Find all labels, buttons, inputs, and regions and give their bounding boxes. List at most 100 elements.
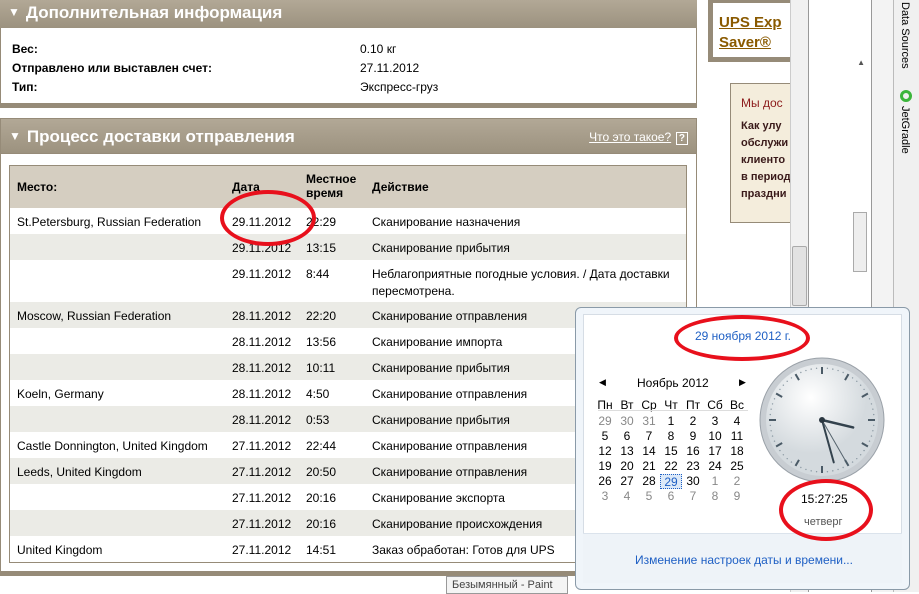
date-cell: 28.11.2012	[232, 387, 292, 401]
calendar-day[interactable]: 12	[594, 444, 616, 458]
table-row: 29.11.2012 8:44 Неблагоприятные погодные у…	[10, 260, 686, 302]
month-title[interactable]: Ноябрь 2012	[637, 376, 709, 390]
calendar-day[interactable]: 16	[682, 444, 704, 458]
col-place: Место:	[17, 180, 58, 194]
red-annotation-ellipse	[674, 315, 810, 361]
calendar-day[interactable]: 29	[594, 414, 616, 428]
col-time: Местное время	[306, 172, 357, 200]
action-cell: Неблагоприятные погодные условия. / Дата…	[372, 267, 670, 298]
time-cell: 13:56	[306, 335, 337, 349]
collapse-triangle-icon: ▼	[8, 5, 20, 19]
promo-box: UPS ExpUPS ExpSaver®	[708, 0, 790, 62]
date-cell: 27.11.2012	[232, 439, 292, 453]
place-cell: Castle Donnington, United Kingdom	[17, 439, 208, 453]
calendar-day[interactable]: 30	[682, 474, 704, 488]
calendar-day[interactable]: 14	[638, 444, 660, 458]
calendar-day[interactable]: 28	[638, 474, 660, 488]
calendar-day[interactable]: 22	[660, 459, 682, 473]
time-cell: 20:50	[306, 465, 337, 479]
date-cell: 28.11.2012	[232, 361, 292, 375]
next-month-arrow[interactable]: ▶	[739, 377, 746, 388]
notice-line: клиенто	[741, 154, 786, 166]
help-icon[interactable]: ?	[675, 132, 688, 145]
calendar-day[interactable]: 5	[594, 429, 616, 443]
notice-box: Мы дос Как улу обслужи клиенто в период праз…	[730, 83, 790, 223]
calendar-day[interactable]: 7	[638, 429, 660, 443]
calendar-day[interactable]: 8	[660, 429, 682, 443]
calendar-day[interactable]: 24	[704, 459, 726, 473]
col-action: Действие	[372, 180, 429, 194]
date-cell: 28.11.2012	[232, 309, 292, 323]
jetgradle-icon	[900, 90, 912, 102]
data-sources-tab[interactable]: Data Sources	[899, 2, 911, 69]
section-title: Процесс доставки отправления	[26, 127, 295, 146]
time-cell: 0:53	[306, 413, 330, 427]
calendar-day[interactable]: 11	[726, 429, 748, 443]
change-datetime-settings-link[interactable]: Изменение настроек даты и времени...	[635, 553, 853, 567]
table-row: 29.11.2012 13:15 Сканирование прибытия	[10, 234, 686, 260]
calendar-day[interactable]: 26	[594, 474, 616, 488]
calendar-day[interactable]: 21	[638, 459, 660, 473]
calendar-day[interactable]: 3	[704, 414, 726, 428]
calendar-day[interactable]: 15	[660, 444, 682, 458]
calendar-day[interactable]: 27	[616, 474, 638, 488]
calendar-day[interactable]: 30	[616, 414, 638, 428]
type-value: Экспресс-груз	[360, 80, 439, 94]
taskbar-paint-button[interactable]: Безымянный - Paint	[446, 576, 568, 594]
shipped-value: 27.11.2012	[360, 61, 420, 75]
calendar-day[interactable]: 2	[726, 474, 748, 488]
calendar-day[interactable]: 10	[704, 429, 726, 443]
calendar-day[interactable]: 9	[682, 429, 704, 443]
scroll-thumb[interactable]	[853, 212, 867, 272]
notice-line: праздни	[741, 188, 787, 200]
scroll-up-arrow[interactable]: ▲	[857, 58, 865, 67]
notice-title: Мы дос	[741, 96, 783, 110]
what-is-this-link[interactable]: Что это такое?	[589, 130, 671, 144]
selected-day[interactable]: 29	[660, 474, 682, 489]
calendar-day[interactable]: 8	[704, 489, 726, 503]
calendar-day[interactable]: 13	[616, 444, 638, 458]
weight-value: 0.10 кг	[360, 42, 397, 56]
calendar-day[interactable]: 1	[704, 474, 726, 488]
calendar-day[interactable]: 31	[638, 414, 660, 428]
calendar-day[interactable]: 5	[638, 489, 660, 503]
analog-clock	[759, 357, 885, 483]
weight-label: Вес:	[12, 42, 38, 56]
calendar-day[interactable]: 3	[594, 489, 616, 503]
time-cell: 8:44	[306, 267, 330, 281]
calendar-day[interactable]: 2	[682, 414, 704, 428]
date-cell: 28.11.2012	[232, 335, 292, 349]
time-cell: 22:20	[306, 309, 337, 323]
time-cell: 20:16	[306, 491, 337, 505]
red-annotation-ellipse	[779, 479, 873, 541]
prev-month-arrow[interactable]: ◀	[599, 377, 606, 388]
collapse-triangle-icon: ▼	[9, 129, 21, 143]
ups-express-link[interactable]: UPS ExpUPS ExpSaver®	[713, 3, 790, 53]
additional-info-body: Вес: 0.10 кг Отправлено или выставлен сч…	[0, 28, 697, 108]
calendar-day[interactable]: 7	[682, 489, 704, 503]
calendar-day[interactable]: 1	[660, 414, 682, 428]
additional-info-header[interactable]: ▼ Дополнительная информация	[0, 0, 697, 28]
calendar-day[interactable]: 4	[616, 489, 638, 503]
date-cell: 27.11.2012	[232, 517, 292, 531]
calendar-day[interactable]: 4	[726, 414, 748, 428]
calendar-day[interactable]: 19	[594, 459, 616, 473]
red-annotation-ellipse	[220, 190, 316, 246]
calendar-day[interactable]: 20	[616, 459, 638, 473]
date-cell: 27.11.2012	[232, 491, 292, 505]
calendar-day[interactable]: 6	[616, 429, 638, 443]
calendar-day[interactable]: 18	[726, 444, 748, 458]
calendar-day[interactable]: 9	[726, 489, 748, 503]
calendar-day[interactable]: 25	[726, 459, 748, 473]
calendar-day[interactable]: 17	[704, 444, 726, 458]
date-cell: 29.11.2012	[232, 267, 292, 281]
table-header: Место: Дата Местное время Действие	[10, 166, 686, 208]
calendar-day[interactable]: 23	[682, 459, 704, 473]
notice-line: Как улу	[741, 120, 782, 132]
delivery-header[interactable]: ▼ Процесс доставки отправления Что это та…	[0, 118, 697, 154]
jetgradle-tab[interactable]: JetGradle	[899, 106, 911, 154]
section-title: Дополнительная информация	[25, 3, 283, 22]
calendar-day[interactable]: 6	[660, 489, 682, 503]
type-label: Тип:	[12, 80, 38, 94]
date-cell: 27.11.2012	[232, 465, 292, 479]
